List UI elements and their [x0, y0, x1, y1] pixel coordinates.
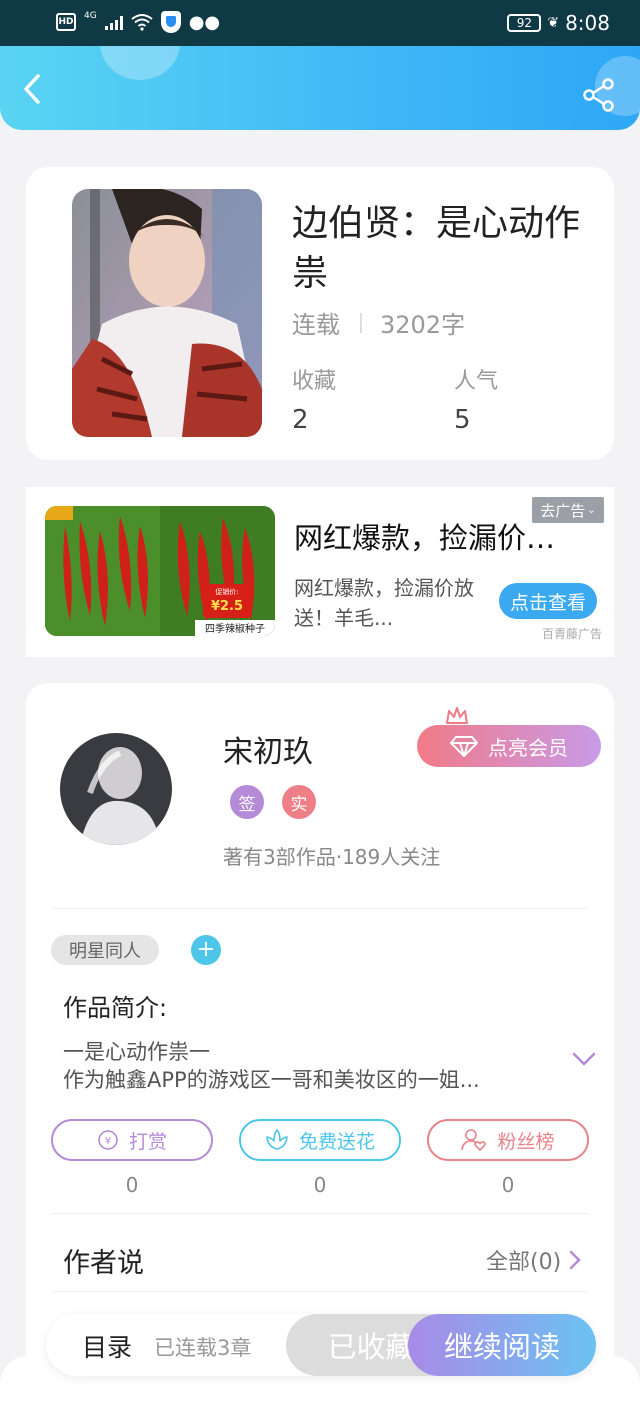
chevron-down-icon: ⌄: [587, 504, 596, 516]
fan-ranking-label: 粉丝榜: [497, 1130, 555, 1153]
tag-chip[interactable]: 明星同人: [51, 935, 159, 965]
fan-ranking-button[interactable]: 粉丝榜: [427, 1119, 589, 1161]
popularity-label: 人气: [454, 369, 499, 394]
ad-banner[interactable]: 促销价: ¥2.5 四季辣椒种子 网红爆款，捡漏价放送！羊毛... 网红爆款，捡…: [26, 487, 614, 657]
favorites-label: 收藏: [292, 369, 337, 394]
wechat-icon: ●●: [188, 11, 221, 33]
status-bar: HD 4G ●● 92 ❦ 8:08: [0, 0, 640, 46]
intro-line: 一是心动作祟一: [63, 1040, 210, 1064]
book-title: 边伯贤：是心动作祟: [292, 203, 581, 294]
author-says-all-label: 全部(0): [486, 1250, 562, 1275]
coin-icon: ¥: [98, 1130, 118, 1150]
collected-label: 已收藏: [327, 1330, 415, 1364]
wifi-icon: [131, 14, 153, 31]
author-stats: 著有3部作品·189人关注: [223, 845, 441, 869]
avatar[interactable]: [60, 733, 172, 845]
book-info-card: 边伯贤：是心动作祟 连载 3202字 收藏 2 人气 5: [26, 167, 614, 460]
ad-price-label: 促销价:: [215, 587, 238, 596]
hd-icon: HD: [56, 13, 76, 31]
send-flower-button[interactable]: 免费送花: [239, 1119, 401, 1161]
remove-ad-label: 去广告: [540, 501, 586, 520]
share-icon[interactable]: [582, 78, 616, 112]
signed-badge: 签: [230, 785, 264, 819]
header-bar: [0, 46, 640, 130]
chevron-down-icon[interactable]: [572, 1051, 596, 1067]
divider: [360, 312, 362, 333]
crown-icon: [446, 707, 468, 727]
vip-button-label: 点亮会员: [488, 735, 568, 760]
add-tag-button[interactable]: +: [191, 935, 221, 965]
verified-badge: 实: [282, 785, 316, 819]
battery-icon: 92: [507, 14, 542, 32]
ad-image[interactable]: 促销价: ¥2.5 四季辣椒种子: [45, 506, 275, 636]
ad-price: ¥2.5: [211, 599, 243, 614]
serial-status: 连载: [292, 311, 340, 339]
shield-icon: [160, 11, 181, 33]
divider: [52, 1213, 588, 1214]
back-arrow-icon[interactable]: [18, 74, 48, 104]
svg-text:¥: ¥: [105, 1136, 111, 1147]
author-info-card: 宋初玖 签 实 著有3部作品·189人关注 点亮会员 明星同人 + 作品简介: …: [26, 683, 614, 1383]
divider: [52, 908, 588, 909]
book-cover[interactable]: [72, 189, 262, 437]
author-says-all-link[interactable]: 全部(0): [486, 1244, 581, 1276]
diamond-icon: [450, 736, 478, 757]
vip-button[interactable]: 点亮会员: [417, 725, 601, 767]
ad-view-button[interactable]: 点击查看: [499, 583, 597, 619]
ad-source: 百青藤广告: [542, 627, 603, 641]
author-says-label: 作者说: [63, 1248, 144, 1279]
intro-text[interactable]: 一是心动作祟一 作为触鑫APP的游戏区一哥和美妆区的一姐...: [63, 1038, 543, 1094]
send-flower-label: 免费送花: [298, 1130, 375, 1153]
ad-description: 网红爆款，捡漏价放送！羊毛...: [294, 576, 474, 630]
favorites-count: 2: [292, 405, 309, 435]
intro-label: 作品简介:: [63, 994, 168, 1022]
word-count: 3202字: [380, 311, 466, 339]
flower-count: 0: [313, 1173, 327, 1197]
book-status-row: 连载 3202字: [292, 305, 465, 340]
remove-ad-button[interactable]: 去广告 ⌄: [532, 497, 604, 523]
intro-line: 作为触鑫APP的游戏区一哥和美妆区的一姐...: [63, 1068, 480, 1092]
tip-count: 0: [125, 1173, 139, 1197]
fan-count: 0: [501, 1173, 515, 1197]
signal-icon: [104, 14, 123, 30]
tip-button[interactable]: ¥ 打赏: [51, 1119, 213, 1161]
author-name[interactable]: 宋初玖: [223, 727, 313, 771]
user-heart-icon: [461, 1129, 487, 1152]
chevron-right-icon: [569, 1250, 581, 1270]
leaf-icon: ❦: [547, 15, 560, 31]
bottom-action-bar: 目录 已连载3章 已收藏 继续阅读: [46, 1314, 596, 1376]
flower-icon: [266, 1129, 288, 1150]
chapter-count: 已连载3章: [154, 1336, 252, 1360]
tip-label: 打赏: [128, 1130, 167, 1153]
decor-bubble: [100, 46, 180, 80]
network-type: 4G: [84, 10, 97, 21]
clock: 8:08: [565, 11, 610, 35]
ad-image-caption: 四季辣椒种子: [205, 622, 265, 635]
divider: [52, 1291, 588, 1292]
popularity-count: 5: [454, 405, 471, 435]
toc-button[interactable]: 目录: [82, 1328, 132, 1364]
continue-reading-button[interactable]: 继续阅读: [408, 1314, 596, 1376]
